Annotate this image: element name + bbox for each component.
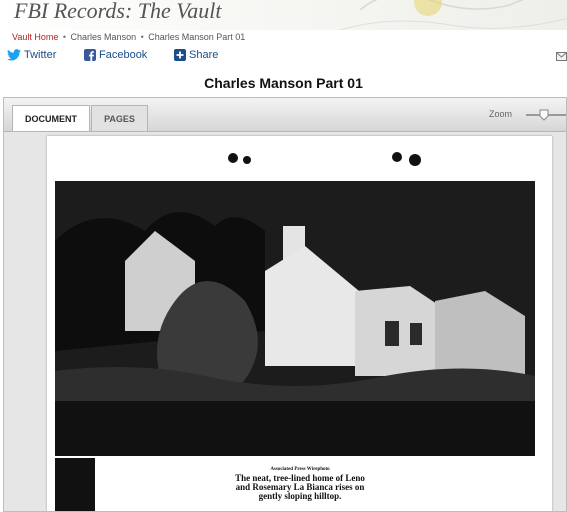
map-background-decoration bbox=[339, 0, 567, 30]
document-page-area[interactable]: Associated Press Wirephoto The neat, tre… bbox=[4, 132, 566, 511]
site-header: FBI Records: The Vault bbox=[0, 0, 567, 30]
share-button[interactable]: Share bbox=[174, 49, 218, 61]
zoom-label: Zoom bbox=[489, 109, 513, 119]
page-punch-holes bbox=[228, 152, 421, 166]
breadcrumb-category-link[interactable]: Charles Manson bbox=[71, 32, 137, 42]
site-title[interactable]: FBI Records: The Vault bbox=[14, 0, 222, 24]
breadcrumb-home-link[interactable]: Vault Home bbox=[12, 32, 58, 42]
zoom-slider-handle bbox=[539, 109, 549, 121]
breadcrumb: Vault Home • Charles Manson • Charles Ma… bbox=[12, 32, 245, 42]
zoom-slider[interactable] bbox=[524, 108, 567, 122]
breadcrumb-separator: • bbox=[62, 32, 67, 42]
facebook-share-button[interactable]: Facebook bbox=[84, 49, 147, 61]
scanned-page: Associated Press Wirephoto The neat, tre… bbox=[47, 136, 552, 511]
newspaper-photo bbox=[55, 181, 535, 456]
email-icon[interactable] bbox=[556, 52, 567, 61]
tab-document[interactable]: DOCUMENT bbox=[12, 105, 90, 131]
tab-pages[interactable]: PAGES bbox=[91, 105, 148, 131]
breadcrumb-current: Charles Manson Part 01 bbox=[148, 32, 246, 42]
plus-icon bbox=[174, 49, 186, 61]
twitter-icon bbox=[7, 49, 21, 61]
caption-text: The neat, tree-lined home of Leno and Ro… bbox=[235, 473, 365, 501]
twitter-share-button[interactable]: Twitter bbox=[7, 49, 56, 61]
share-label: Share bbox=[189, 49, 219, 61]
document-viewer: DOCUMENT PAGES Zoom Associated Press Wir… bbox=[3, 97, 567, 512]
facebook-label: Facebook bbox=[99, 49, 148, 61]
facebook-icon bbox=[84, 49, 96, 61]
document-title: Charles Manson Part 01 bbox=[204, 75, 363, 91]
twitter-label: Twitter bbox=[24, 49, 57, 61]
next-photo-fragment bbox=[55, 458, 95, 511]
house-photo-illustration bbox=[55, 181, 535, 456]
breadcrumb-separator: • bbox=[140, 32, 144, 42]
seal-glow bbox=[414, 0, 442, 16]
viewer-toolbar: DOCUMENT PAGES Zoom bbox=[4, 98, 566, 132]
photo-caption: Associated Press Wirephoto The neat, tre… bbox=[235, 467, 365, 501]
